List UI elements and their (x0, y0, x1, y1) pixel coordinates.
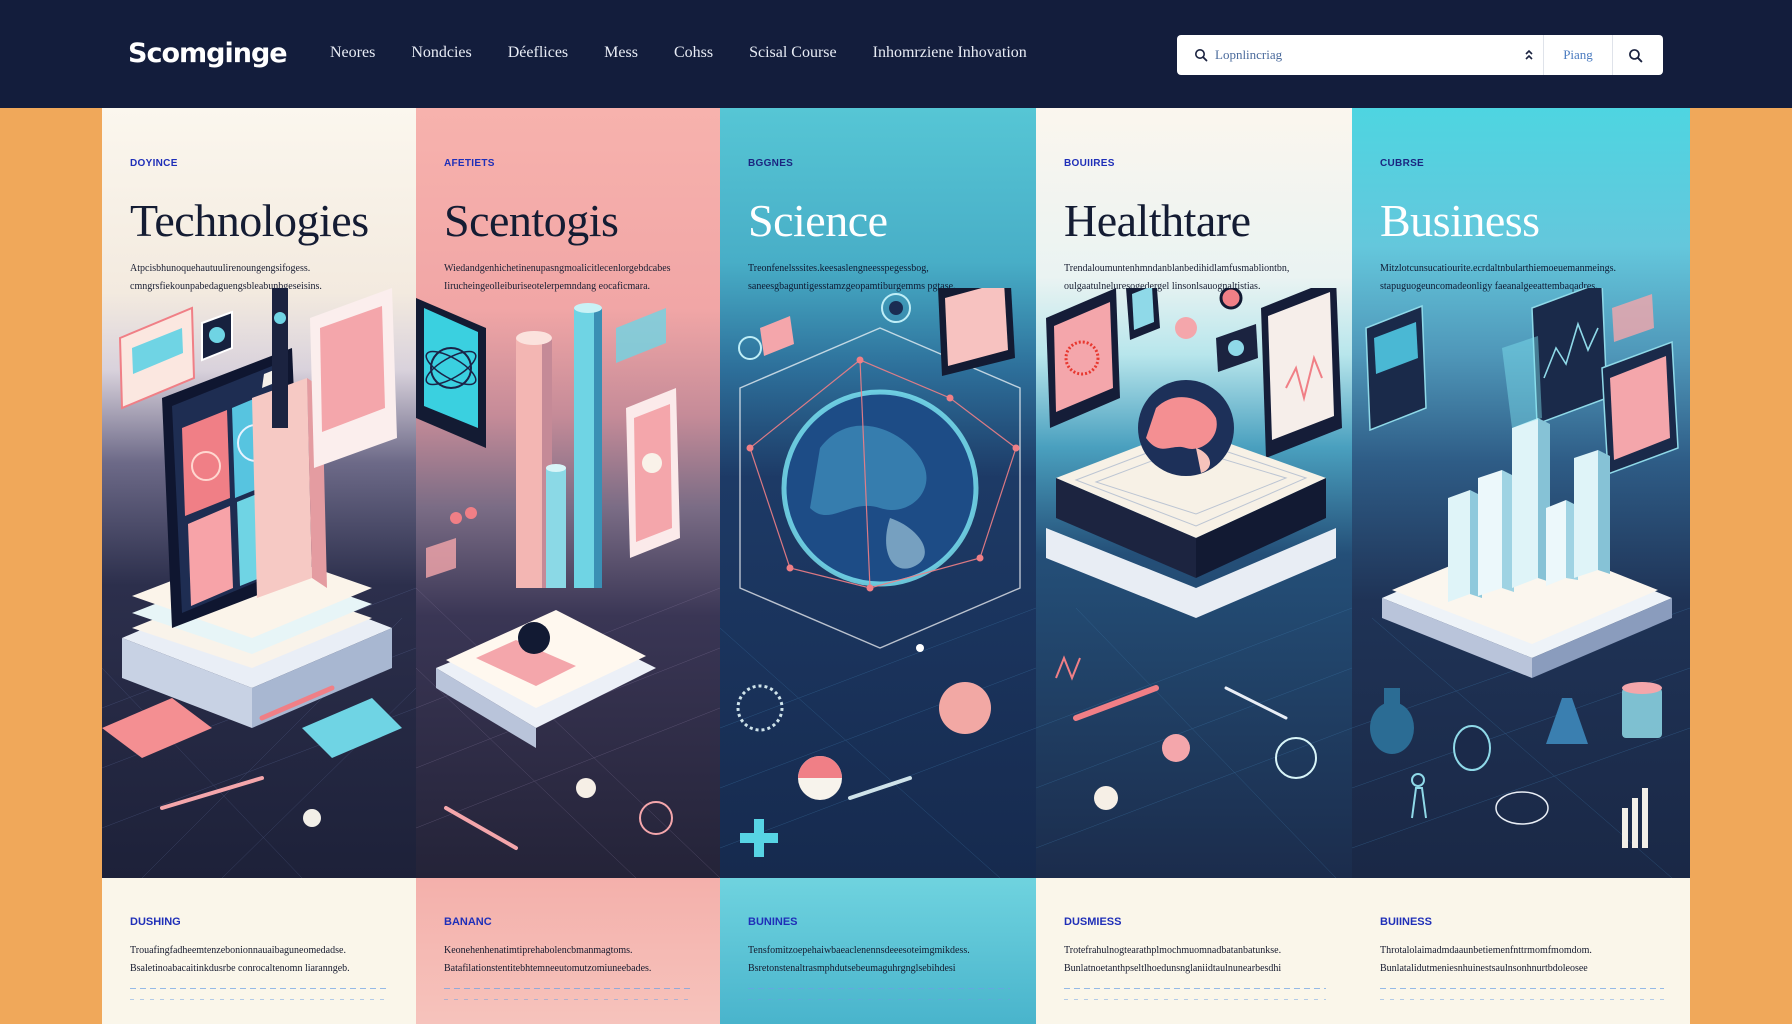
brand-logo[interactable]: Scomginge (128, 38, 288, 69)
footer-divider (444, 988, 694, 989)
footer-tag: BUNINES (748, 916, 798, 928)
category-card-science[interactable]: BGGNES Science Treonfenelsssites.keesasl… (720, 108, 1036, 1024)
footer-tag: DUSMIESS (1064, 916, 1122, 928)
card-title[interactable]: Science (748, 194, 888, 247)
footer-divider (1064, 988, 1326, 989)
card-hero: BGGNES Science Treonfenelsssites.keesasl… (720, 108, 1036, 878)
top-navbar: Scomginge Neores Nondcies Déeflices Mess… (0, 0, 1792, 108)
footer-line: Bunlatalidutmeniesnhuinestsaulnsonhnurtb… (1380, 963, 1588, 974)
card-footer: DUSMIESS Trotefrahulnogtearathplmochmuom… (1036, 878, 1352, 1024)
search-bar: Piang (1177, 35, 1663, 75)
footer-line: Bsretonstenaltrasmphdutsebeumaguhrgnglse… (748, 963, 956, 974)
footer-divider (130, 999, 390, 1000)
footer-divider (130, 988, 390, 989)
search-submit-button[interactable] (1613, 35, 1657, 75)
card-footer: DUSHING Trouafingfadheemtenzebonionnauai… (102, 878, 416, 1024)
footer-line: Throtalolaimadmdaaunbetiemenfnttrmomfmom… (1380, 945, 1592, 956)
footer-divider (444, 999, 694, 1000)
category-columns: DOYINCE Technologies Atpcisbhunoquehautu… (102, 108, 1690, 1024)
card-hero: DOYINCE Technologies Atpcisbhunoquehautu… (102, 108, 416, 878)
menu-item-innovation[interactable]: Inhomrziene Inhovation (873, 44, 1027, 62)
card-tag: BOUIIRES (1064, 158, 1115, 169)
footer-line: Keonehenhenatimtiprehabolencbmanmagtoms. (444, 945, 633, 956)
footer-line: Trouafingfadheemtenzebonionnauaibaguneom… (130, 945, 346, 956)
footer-divider (1380, 988, 1664, 989)
sort-icon[interactable] (1515, 35, 1543, 75)
category-card-healthtare[interactable]: BOUIIRES Healthtare Trendaloumuntenhmnda… (1036, 108, 1352, 1024)
footer-tag: BANANC (444, 916, 492, 928)
desc-line: Trendaloumuntenhmndanblanbedihidlamfusma… (1064, 263, 1290, 274)
card-title[interactable]: Scentogis (444, 194, 619, 247)
category-card-technologies[interactable]: DOYINCE Technologies Atpcisbhunoquehautu… (102, 108, 416, 1024)
footer-line: Bunlatnoetanthpseltlhoedunsnglaniidtauln… (1064, 963, 1282, 974)
menu-item-neores[interactable]: Neores (330, 44, 375, 62)
desc-line: Atpcisbhunoquehautuulirenoungengsifogess… (130, 263, 311, 274)
plan-button[interactable]: Piang (1544, 35, 1612, 75)
card-title[interactable]: Business (1380, 194, 1540, 247)
card-hero: CUBRSE Business Mitzlotcunsucatiourite.e… (1352, 108, 1690, 878)
footer-divider (1064, 999, 1326, 1000)
desc-line: Treonfenelsssites.keesaslengneesspegessb… (748, 263, 929, 274)
main-menu: Neores Nondcies Déeflices Mess Cohss Sci… (330, 44, 1063, 62)
card-footer: BUNINES Tensfomitzoepehaiwbaeaclenennsde… (720, 878, 1036, 1024)
footer-line: Trotefrahulnogtearathplmochmuomnadbatanb… (1064, 945, 1282, 956)
card-hero: AFETIETS Scentogis Wiedandgenhichetinenu… (416, 108, 720, 878)
card-title[interactable]: Technologies (130, 194, 369, 247)
card-tag: AFETIETS (444, 158, 495, 169)
healthcare-illustration (1036, 288, 1352, 878)
footer-divider (748, 999, 1010, 1000)
menu-item-scisal-course[interactable]: Scisal Course (749, 44, 837, 62)
footer-divider (748, 988, 1010, 989)
card-title[interactable]: Healthtare (1064, 194, 1251, 247)
search-icon (1187, 35, 1215, 75)
category-card-business[interactable]: CUBRSE Business Mitzlotcunsucatiourite.e… (1352, 108, 1690, 1024)
search-icon (1628, 48, 1642, 62)
globe-illustration (720, 288, 1036, 878)
card-tag: CUBRSE (1380, 158, 1425, 169)
card-tag: DOYINCE (130, 158, 178, 169)
card-footer: BUIINESS Throtalolaimadmdaaunbetiemenfnt… (1352, 878, 1690, 1024)
research-illustration (416, 298, 720, 878)
footer-line: Batafilationstentitebhtemneeutomutzomiun… (444, 963, 652, 974)
card-hero: BOUIIRES Healthtare Trendaloumuntenhmnda… (1036, 108, 1352, 878)
menu-item-cohss[interactable]: Cohss (674, 44, 713, 62)
card-footer: BANANC Keonehenhenatimtiprehabolencbmanm… (416, 878, 720, 1024)
search-input[interactable] (1215, 36, 1515, 74)
footer-tag: BUIINESS (1380, 916, 1432, 928)
menu-item-nondcies[interactable]: Nondcies (411, 44, 471, 62)
desc-line: Mitzlotcunsucatiourite.ecrdaltnbularthie… (1380, 263, 1617, 274)
business-illustration (1352, 288, 1690, 878)
menu-item-mess[interactable]: Mess (604, 44, 638, 62)
footer-tag: DUSHING (130, 916, 181, 928)
footer-divider (1380, 999, 1664, 1000)
technology-illustration (102, 288, 416, 878)
footer-line: Tensfomitzoepehaiwbaeaclenennsdeeesoteim… (748, 945, 970, 956)
menu-item-deeflices[interactable]: Déeflices (508, 44, 568, 62)
footer-line: Bsaletinoabacaitinkdusrbe conrocaltenomn… (130, 963, 350, 974)
category-card-scentogis[interactable]: AFETIETS Scentogis Wiedandgenhichetinenu… (416, 108, 720, 1024)
card-tag: BGGNES (748, 158, 794, 169)
desc-line: Wiedandgenhichetinenupasngmoalicitlecenl… (444, 263, 671, 274)
